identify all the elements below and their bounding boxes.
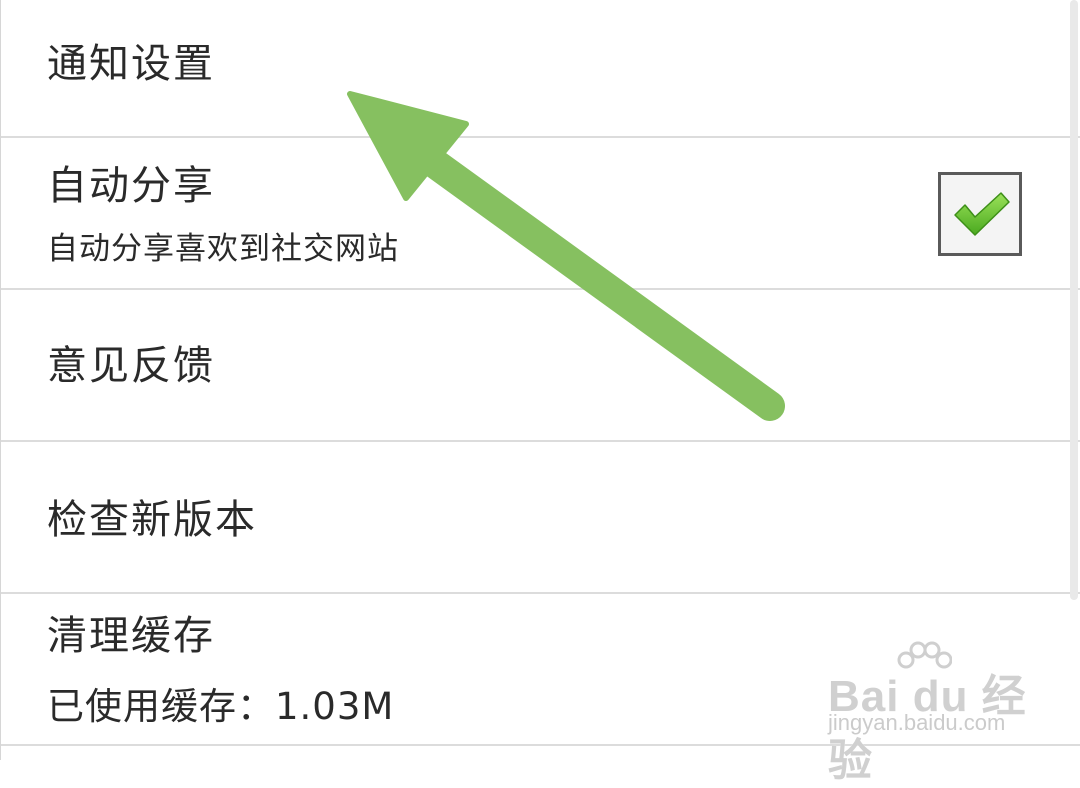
watermark-url: jingyan.baidu.com bbox=[828, 710, 1006, 735]
watermark: Bai du 经验 jingyan.baidu.com bbox=[828, 640, 1028, 785]
scrollbar[interactable] bbox=[1070, 0, 1078, 600]
setting-row-auto-share[interactable]: 自动分享 自动分享喜欢到社交网站 bbox=[1, 138, 1080, 290]
auto-share-checkbox[interactable] bbox=[938, 172, 1022, 256]
cache-usage-text: 已使用缓存：1.03M bbox=[47, 685, 395, 728]
auto-share-description: 自动分享喜欢到社交网站 bbox=[47, 231, 399, 267]
setting-row-feedback[interactable]: 意见反馈 bbox=[1, 290, 1080, 442]
checkmark-icon bbox=[954, 192, 1010, 236]
check-update-label: 检查新版本 bbox=[47, 497, 257, 543]
auto-share-label: 自动分享 bbox=[47, 163, 215, 209]
feedback-label: 意见反馈 bbox=[47, 343, 215, 389]
setting-row-check-update[interactable]: 检查新版本 bbox=[1, 442, 1080, 594]
setting-row-notifications[interactable]: 通知设置 bbox=[1, 0, 1080, 138]
notification-settings-label: 通知设置 bbox=[47, 41, 215, 87]
clear-cache-label: 清理缓存 bbox=[47, 613, 215, 659]
